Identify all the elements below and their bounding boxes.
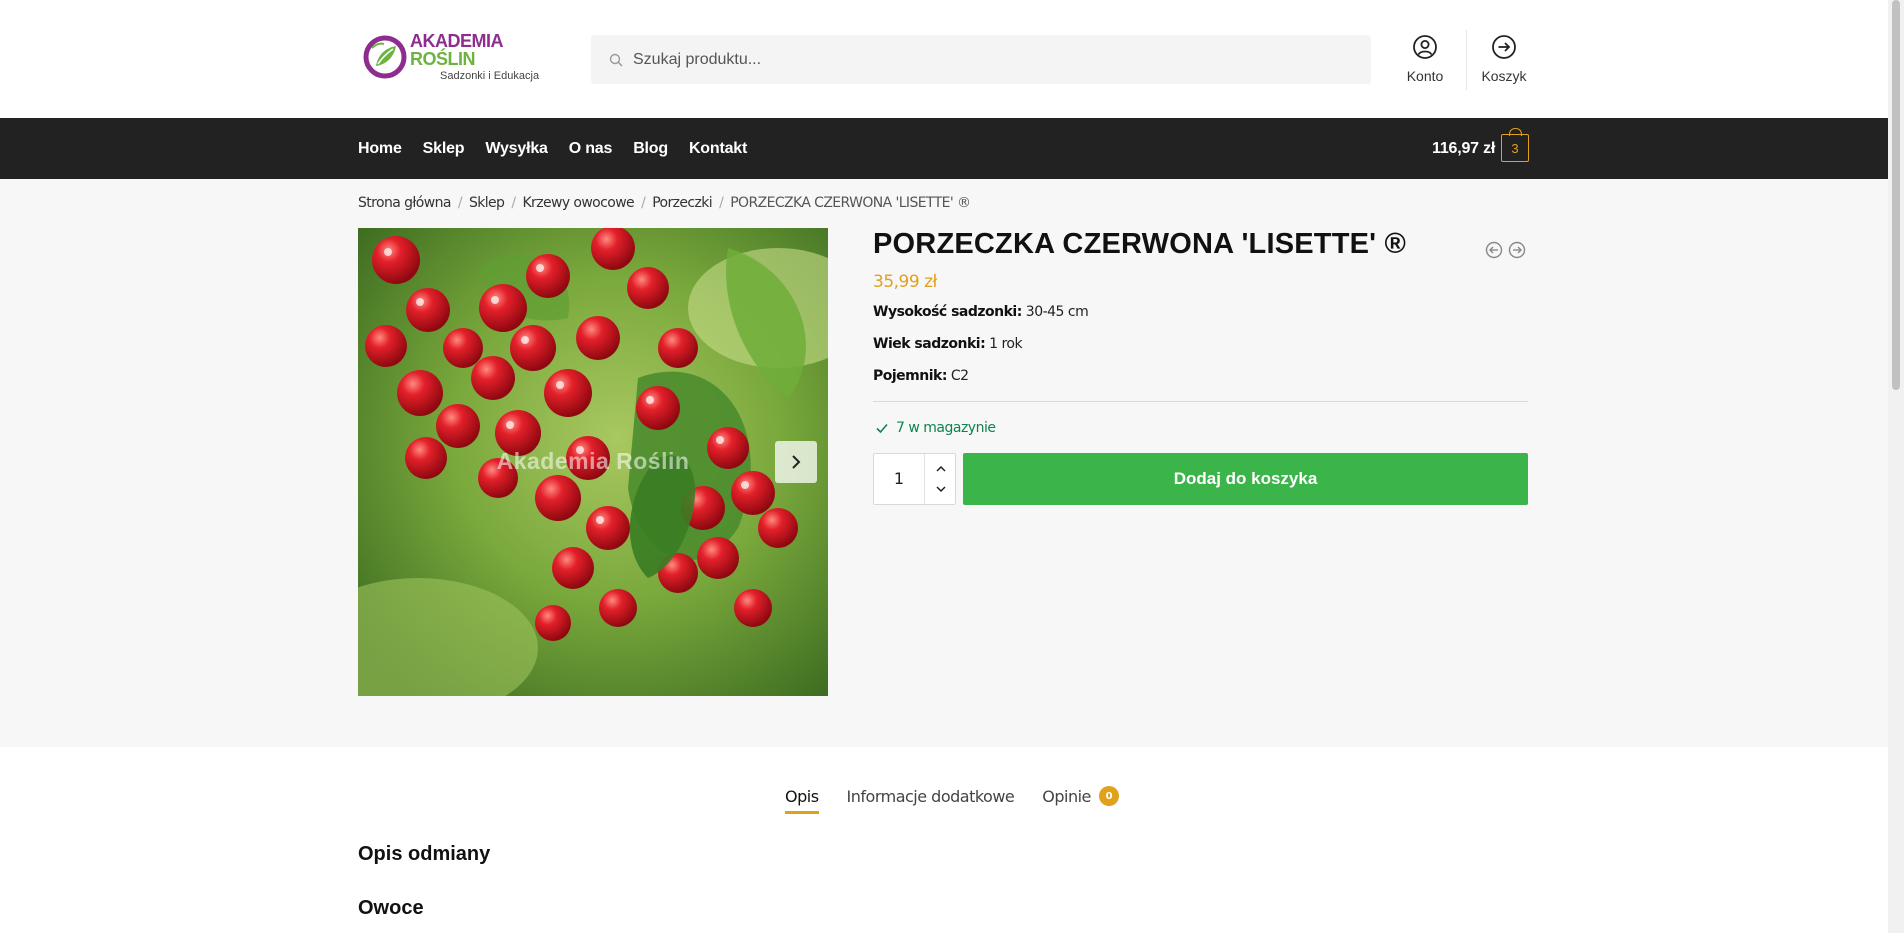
nav-item-shop[interactable]: Sklep [423,140,465,158]
leaf-logo-icon [363,35,407,79]
tab-label: Opis [785,786,819,806]
section-heading: Owoce [358,897,424,919]
breadcrumb-separator: / [457,195,463,211]
breadcrumb-shop[interactable]: Sklep [469,195,505,211]
attribute-container: Pojemnik: C2 [873,368,969,384]
breadcrumb-separator: / [719,195,724,211]
gallery-next-button[interactable] [775,441,817,483]
chevron-right-icon [792,455,801,469]
nav-item-contact[interactable]: Kontakt [689,140,747,158]
image-watermark: Akademia Roślin [496,448,690,474]
nav-item-about[interactable]: O nas [569,140,613,158]
divider [873,401,1528,402]
tab-label: Opinie [1042,786,1091,806]
product-price: 35,99 zł [873,272,937,292]
main-navigation: Home Sklep Wysyłka O nas Blog Kontakt 11… [0,118,1888,179]
attribute-label: Wiek sadzonki: [873,336,986,352]
attribute-value: C2 [950,368,969,384]
user-circle-icon [1413,35,1437,59]
attribute-height: Wysokość sadzonki: 30-45 cm [873,304,1089,320]
tab-description[interactable]: Opis [785,786,819,814]
breadcrumb: Strona główna / Sklep / Krzewy owocowe /… [358,195,971,211]
breadcrumb-current: PORZECZKA CZERWONA 'LISETTE' ® [730,195,971,211]
search-input[interactable] [633,50,1333,69]
attribute-label: Wysokość sadzonki: [873,304,1022,320]
cart-label: Koszyk [1481,68,1527,84]
product-title: PORZECZKA CZERWONA 'LISETTE' ® [873,228,1407,260]
quantity-stepper: 1 [873,453,956,505]
attribute-value: 1 rok [989,336,1023,352]
next-product-icon[interactable] [1508,241,1526,259]
breadcrumb-separator: / [641,195,646,211]
logo-tagline: Sadzonki i Edukacja [440,70,540,82]
scrollbar-thumb[interactable] [1892,0,1900,390]
breadcrumb-category[interactable]: Krzewy owocowe [522,195,634,211]
logo-title: AKADEMIA ROŚLIN [410,32,542,68]
site-logo[interactable]: AKADEMIA ROŚLIN Sadzonki i Edukacja [362,32,542,82]
tab-reviews[interactable]: Opinie 0 [1042,786,1119,810]
account-link[interactable]: Konto [1390,34,1460,84]
review-count-badge: 0 [1098,786,1119,806]
logo-word-1: AKADEMIA [410,31,503,51]
product-tabs: Opis Informacje dodatkowe Opinie 0 [785,786,1147,814]
tab-label: Informacje dodatkowe [846,786,1015,806]
checkmark-icon [876,423,888,434]
breadcrumb-subcategory[interactable]: Porzeczki [652,195,712,211]
nav-item-blog[interactable]: Blog [633,140,668,158]
stock-status: 7 w magazynie [875,420,996,436]
quantity-input[interactable]: 1 [874,454,924,504]
cart-link[interactable]: Koszyk [1469,34,1539,84]
search-icon [609,53,623,66]
product-image[interactable]: Akademia Roślin [358,228,828,696]
chevron-up-icon [936,465,946,472]
site-header: AKADEMIA ROŚLIN Sadzonki i Edukacja Kont… [0,0,1888,118]
search-bar [591,35,1371,84]
nav-menu: Home Sklep Wysyłka O nas Blog Kontakt [358,118,768,179]
previous-product-icon[interactable] [1485,241,1503,259]
attribute-value: 30-45 cm [1025,304,1089,320]
logo-word-2: ROŚLIN [410,49,476,69]
attribute-age: Wiek sadzonki: 1 rok [873,336,1023,352]
add-to-cart-button[interactable]: Dodaj do koszyka [963,453,1528,505]
stock-text: 7 w magazynie [896,420,996,436]
arrow-right-circle-icon [1492,35,1516,59]
chevron-down-icon [936,486,946,493]
quantity-decrease-button[interactable] [932,480,950,498]
nav-item-home[interactable]: Home [358,140,402,158]
cart-count-badge[interactable]: 3 [1501,128,1529,162]
tab-additional-info[interactable]: Informacje dodatkowe [847,787,1015,810]
attribute-label: Pojemnik: [873,368,947,384]
cart-total[interactable]: 116,97 zł [1432,140,1495,158]
breadcrumb-separator: / [511,195,516,211]
logo-text: AKADEMIA ROŚLIN Sadzonki i Edukacja [410,32,542,82]
quantity-increase-button[interactable] [932,460,950,478]
page-scrollbar[interactable] [1888,0,1904,933]
quantity-divider [924,454,925,504]
header-divider [1466,30,1467,90]
nav-item-shipping[interactable]: Wysyłka [485,140,548,158]
section-heading: Opis odmiany [358,843,491,865]
breadcrumb-home[interactable]: Strona główna [358,195,451,211]
account-label: Konto [1406,68,1444,84]
